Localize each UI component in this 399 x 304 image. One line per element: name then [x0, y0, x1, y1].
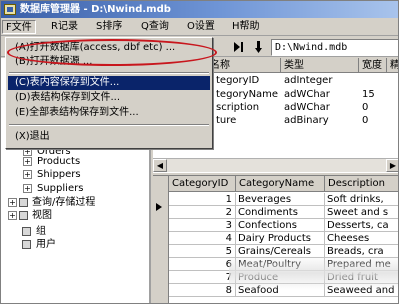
field-width — [359, 74, 387, 87]
menu-help[interactable]: H帮助 — [229, 20, 263, 34]
expand-icon[interactable]: + — [23, 170, 32, 179]
view-folder-icon — [19, 211, 28, 220]
column-header-name[interactable]: 名称 — [207, 58, 281, 73]
menu-sort[interactable]: S排序 — [93, 20, 125, 34]
expand-icon[interactable]: + — [8, 198, 17, 207]
menu-exit[interactable]: (X)退出 — [8, 130, 210, 144]
title-bar[interactable]: 数据库管理器 - D:\Nwind.mdb — [1, 1, 398, 18]
cell-description[interactable]: Desserts, ca — [325, 219, 398, 232]
field-type: adInteger — [284, 75, 333, 86]
menu-open-database[interactable]: (A)打开数据库(access, dbf etc) ... — [8, 41, 210, 55]
menu-query[interactable]: Q查询 — [138, 20, 172, 34]
column-header-precision[interactable]: 精 — [387, 58, 398, 73]
tree-item-label: 用户 — [36, 239, 56, 250]
field-width: 0 — [362, 115, 369, 126]
field-type: adWChar — [284, 89, 330, 100]
field-name[interactable]: ture — [213, 114, 281, 127]
column-header-type[interactable]: 类型 — [281, 58, 359, 73]
cell-description[interactable]: Soft drinks, — [325, 193, 398, 206]
cell-category-id[interactable]: 1 — [169, 193, 236, 206]
cell-category-id[interactable]: 5 — [169, 245, 236, 258]
fields-horizontal-scrollbar[interactable]: ◀ ▶ — [153, 158, 398, 172]
field-name[interactable]: tegoryID — [213, 74, 281, 87]
tree-item-label: 组 — [36, 226, 46, 237]
expand-icon[interactable]: + — [23, 184, 32, 193]
menu-bar: F文件 R记录 S排序 Q查询 O设置 H帮助 — [1, 18, 398, 36]
menu-separator — [9, 124, 209, 126]
app-window: 数据库管理器 - D:\Nwind.mdb F文件 R记录 S排序 Q查询 O设… — [0, 0, 399, 304]
cell-category-name[interactable]: Beverages — [236, 193, 325, 206]
pointer-icon[interactable] — [253, 39, 269, 55]
menu-open-datasource[interactable]: (B)打开数据源 ... — [8, 55, 210, 69]
cell-category-id[interactable]: 6 — [169, 258, 236, 271]
menu-file[interactable]: F文件 — [2, 20, 36, 34]
menu-save-table-structure[interactable]: (D)表结构保存到文件... — [8, 91, 210, 105]
cell-category-name[interactable]: Dairy Products — [236, 232, 325, 245]
cell-description[interactable]: Sweet and s — [325, 206, 398, 219]
scroll-right-icon[interactable]: ▶ — [386, 159, 398, 172]
current-row-icon — [156, 203, 162, 211]
column-header-category-name[interactable]: CategoryName — [236, 176, 325, 192]
field-width: 15 — [362, 89, 375, 100]
database-path-field[interactable]: D:\Nwind.mdb — [271, 39, 398, 56]
window-title: 数据库管理器 - D:\Nwind.mdb — [20, 4, 171, 15]
column-header-category-id[interactable]: CategoryID — [169, 176, 236, 192]
last-record-icon[interactable] — [230, 39, 246, 55]
database-app-icon — [4, 4, 16, 15]
row-selector-column — [153, 176, 169, 303]
cell-category-id[interactable]: 8 — [169, 284, 236, 297]
scroll-left-icon[interactable]: ◀ — [153, 159, 167, 172]
cell-category-name[interactable]: Condiments — [236, 206, 325, 219]
query-folder-icon — [19, 198, 28, 207]
column-header-description[interactable]: Description — [325, 176, 398, 192]
cell-category-name[interactable]: Confections — [236, 219, 325, 232]
cell-category-id[interactable]: 7 — [169, 271, 236, 284]
column-header-width[interactable]: 宽度 — [359, 58, 387, 73]
field-name[interactable]: tegoryName — [213, 88, 281, 101]
tree-item-label: Products — [37, 156, 81, 167]
tree-item-label: Suppliers — [37, 183, 84, 194]
menu-save-table-content[interactable]: (C)表内容保存到文件... — [8, 76, 210, 90]
menu-save-all-structures[interactable]: (E)全部表结构保存到文件... — [8, 106, 210, 120]
field-width: 0 — [362, 102, 369, 113]
field-type: adWChar — [284, 102, 330, 113]
expand-icon[interactable]: + — [23, 157, 32, 166]
field-type: adBinary — [284, 115, 329, 126]
cell-category-id[interactable]: 2 — [169, 206, 236, 219]
tree-item-label: 视图 — [32, 210, 52, 221]
cell-category-id[interactable]: 3 — [169, 219, 236, 232]
user-icon — [22, 240, 31, 249]
menu-settings[interactable]: O设置 — [184, 20, 218, 34]
menu-record[interactable]: R记录 — [48, 20, 81, 34]
menu-separator — [9, 72, 209, 74]
tree-item-label: Shippers — [37, 169, 81, 180]
cell-description[interactable]: Cheeses — [325, 232, 398, 245]
cell-category-id[interactable]: 4 — [169, 232, 236, 245]
file-menu-dropdown: (A)打开数据库(access, dbf etc) ... (B)打开数据源 .… — [5, 37, 213, 149]
group-icon — [22, 227, 31, 236]
tree-item-label: 查询/存储过程 — [32, 197, 96, 208]
field-name[interactable]: scription — [213, 101, 281, 114]
expand-icon[interactable]: + — [8, 211, 17, 220]
blurred-overlay — [229, 256, 398, 290]
